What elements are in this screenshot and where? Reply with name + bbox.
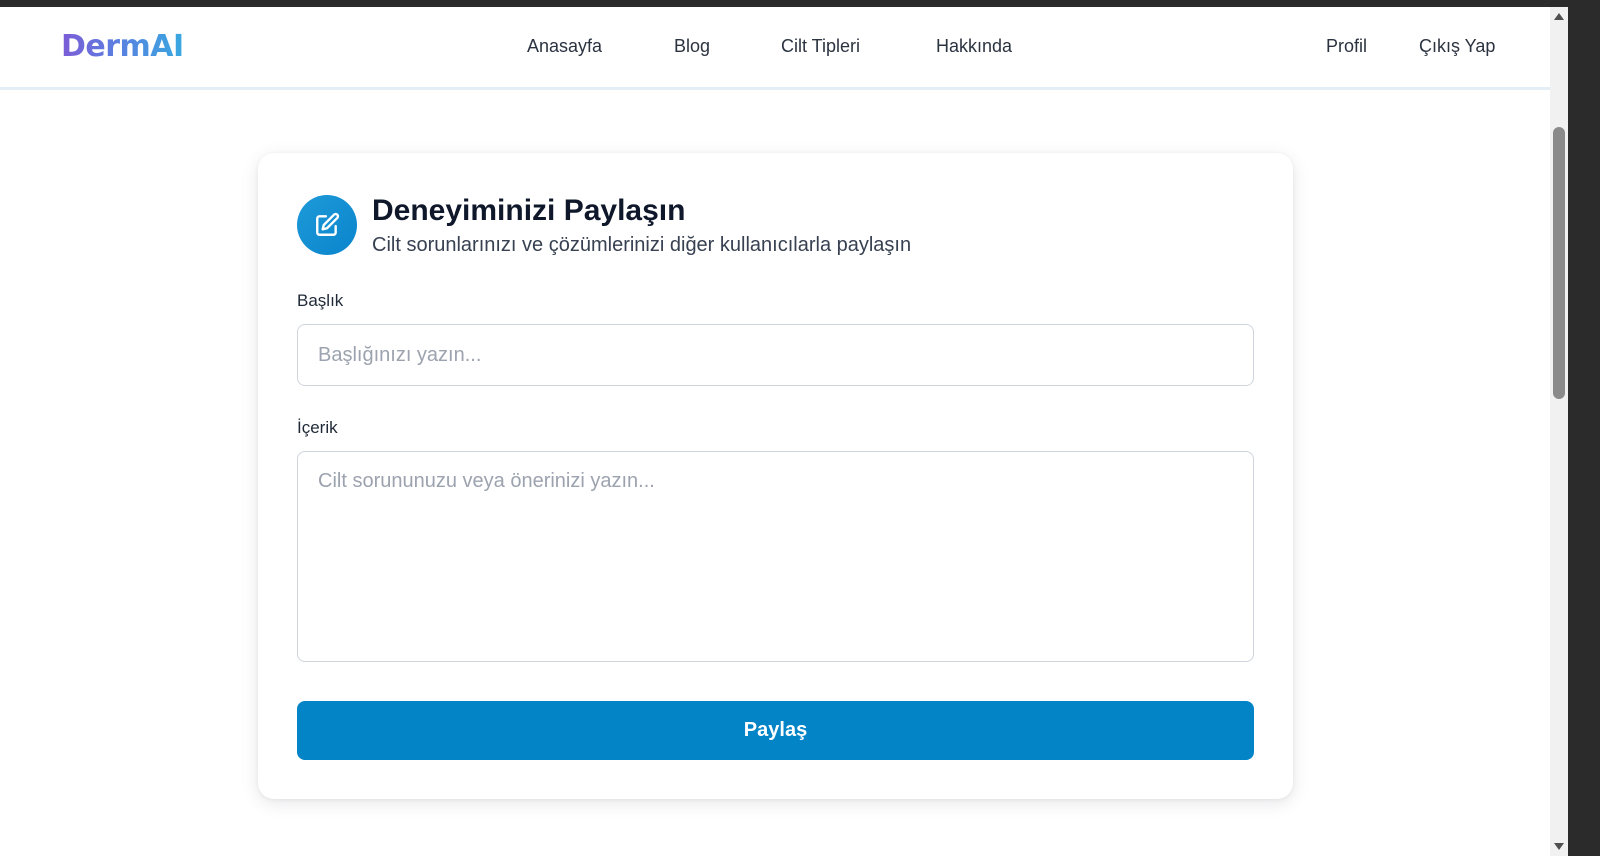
nav-link-skin-types[interactable]: Cilt Tipleri bbox=[781, 36, 860, 57]
page-content: Deneyiminizi Paylaşın Cilt sorunlarınızı… bbox=[0, 93, 1568, 856]
nav-link-home[interactable]: Anasayfa bbox=[527, 36, 602, 57]
edit-icon bbox=[297, 195, 357, 255]
nav-link-about[interactable]: Hakkında bbox=[936, 36, 1012, 57]
content-textarea[interactable] bbox=[297, 451, 1254, 662]
title-input[interactable] bbox=[297, 324, 1254, 386]
title-label: Başlık bbox=[297, 291, 344, 310]
page-subtitle: Cilt sorunlarınızı ve çözümlerinizi diğe… bbox=[372, 234, 912, 256]
scroll-up-icon[interactable] bbox=[1554, 13, 1564, 20]
browser-top-strip bbox=[0, 0, 1600, 7]
nav-link-blog[interactable]: Blog bbox=[674, 36, 710, 57]
content-label: İçerik bbox=[297, 418, 338, 437]
page-title: Deneyiminizi Paylaşın bbox=[372, 194, 686, 227]
share-button[interactable]: Paylaş bbox=[297, 701, 1254, 760]
navbar: DermAI Anasayfa Blog Cilt Tipleri Hakkın… bbox=[0, 7, 1568, 90]
window-edge bbox=[1568, 0, 1600, 856]
main-nav: Anasayfa Blog Cilt Tipleri Hakkında Prof… bbox=[0, 36, 1568, 60]
scroll-thumb[interactable] bbox=[1553, 127, 1565, 399]
scroll-down-icon[interactable] bbox=[1554, 843, 1564, 850]
nav-link-profile[interactable]: Profil bbox=[1326, 36, 1367, 57]
logout-link[interactable]: Çıkış Yap bbox=[1419, 36, 1495, 57]
page-scrollbar[interactable] bbox=[1550, 7, 1568, 856]
share-experience-card: Deneyiminizi Paylaşın Cilt sorunlarınızı… bbox=[258, 153, 1293, 799]
